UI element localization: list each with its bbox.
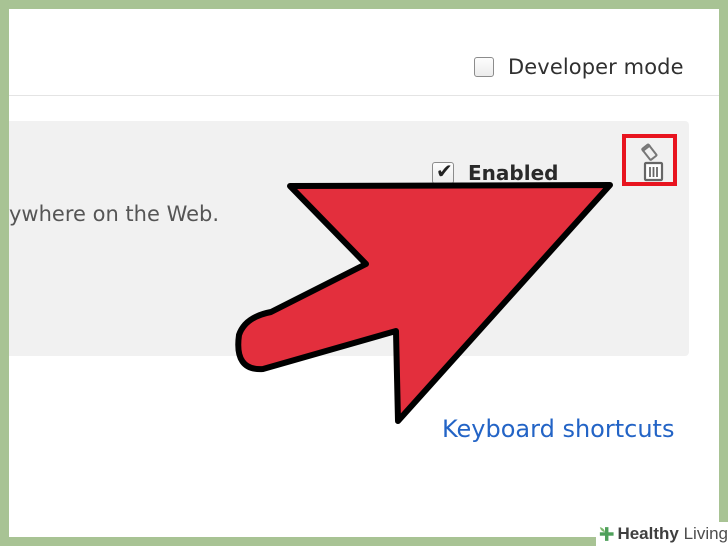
leaf-cross-icon [599, 527, 614, 541]
brand-name: Healthy Living [617, 524, 728, 543]
pointer-arrow-annotation [235, 182, 613, 424]
healthy-living-watermark: Healthy Living [596, 522, 728, 546]
screenshot-frame: Developer mode ywhere on the Web. ✔ Enab… [9, 9, 719, 537]
